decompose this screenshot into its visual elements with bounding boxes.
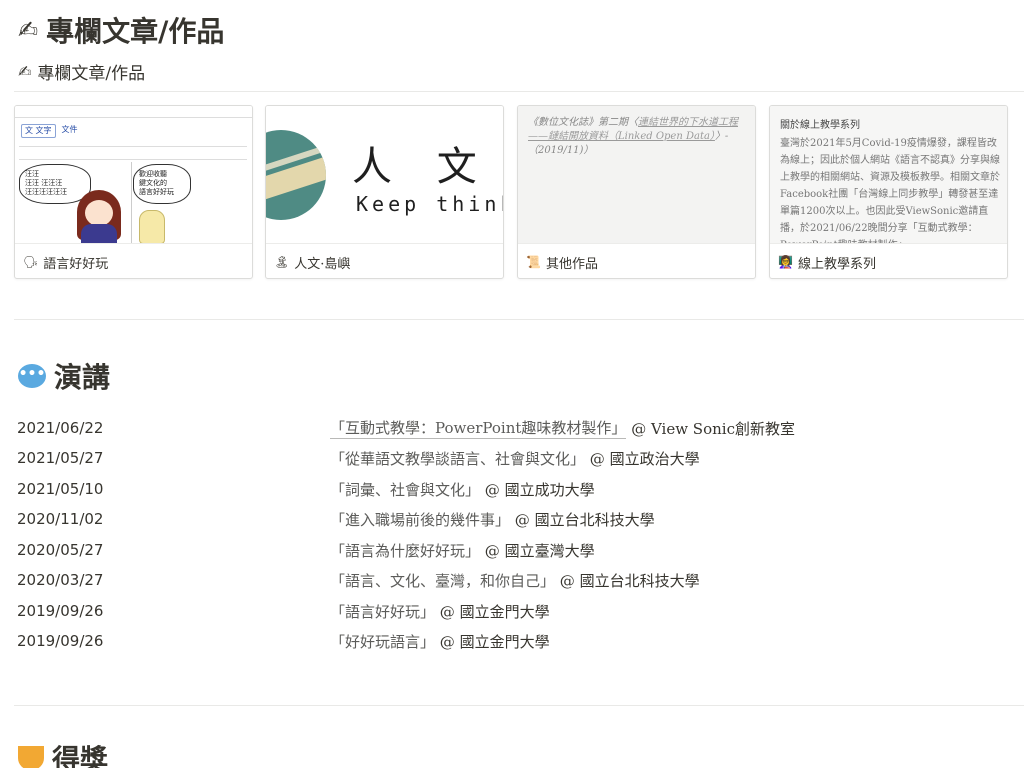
talk-title: 「互動式教學：PowerPoint趣味教材製作」 @ View Sonic創新教…	[330, 413, 795, 443]
talk-venue: @ 國立成功大學	[484, 480, 595, 499]
speech-balloon-icon: •••	[18, 364, 46, 388]
dog-illustration	[139, 210, 165, 243]
talk-row: 2019/09/26 「好好玩語言」 @ 國立金門大學	[0, 626, 1024, 656]
trophy-icon	[18, 746, 44, 768]
divider	[14, 91, 1024, 92]
talks-heading-text: 演講	[54, 361, 111, 394]
gallery: 文 文字 文件 汪汪 汪汪 汪汪汪 汪汪汪汪汪汪 歡迎收聽 鍵文化的 語言好好玩	[14, 105, 1024, 280]
talk-title: 「進入職場前後的幾件事」 @ 國立台北科技大學	[330, 504, 655, 534]
talk-title: 「語言好好玩」 @ 國立金門大學	[330, 596, 550, 626]
talk-title: 「從華語文教學談語言、社會與文化」 @ 國立政治大學	[330, 443, 700, 473]
talk-name: 「語言為什麼好好玩」	[330, 541, 481, 560]
talk-venue: @ 國立台北科技大學	[559, 571, 700, 590]
girl-body	[81, 224, 117, 243]
talk-date: 2021/05/27	[17, 449, 104, 467]
teacher-icon: 👩‍🏫	[778, 255, 793, 269]
talk-date: 2020/03/27	[17, 571, 104, 589]
talk-link[interactable]: 「互動式教學：PowerPoint趣味教材製作」	[330, 417, 627, 439]
card-thumbnail: 關於線上教學系列 臺灣於2021年5月Covid-19疫情爆發，課程皆改為線上；…	[770, 106, 1007, 244]
island-icon: 🏝	[274, 255, 290, 269]
talk-row: 2021/06/22 「互動式教學：PowerPoint趣味教材製作」 @ Vi…	[0, 413, 1024, 443]
gallery-card-online-teaching[interactable]: 關於線上教學系列 臺灣於2021年5月Covid-19疫情爆發，課程皆改為線上；…	[769, 105, 1008, 279]
thumb-language-bar	[19, 146, 247, 160]
talk-row: 2020/11/02 「進入職場前後的幾件事」 @ 國立台北科技大學	[0, 504, 1024, 534]
card-caption: 📜 其他作品	[518, 244, 755, 278]
talk-venue: @ 國立金門大學	[439, 632, 550, 651]
card-thumbnail: 人 文 · 島 Keep think	[266, 106, 503, 244]
talk-row: 2019/09/26 「語言好好玩」 @ 國立金門大學	[0, 596, 1024, 626]
talk-row: 2020/05/27 「語言為什麼好好玩」 @ 國立臺灣大學	[0, 535, 1024, 565]
talk-date: 2021/05/10	[17, 480, 104, 498]
card-thumbnail: 文 文字 文件 汪汪 汪汪 汪汪汪 汪汪汪汪汪汪 歡迎收聽 鍵文化的 語言好好玩	[15, 106, 252, 244]
talk-title: 「語言、文化、臺灣，和你自己」 @ 國立台北科技大學	[330, 565, 700, 595]
thumb-preview-text: 臺灣於2021年5月Covid-19疫情爆發，課程皆改為線上；因此於個人網站《語…	[780, 138, 1000, 243]
talk-date: 2020/11/02	[17, 510, 104, 528]
talk-venue: @ View Sonic創新教室	[631, 419, 795, 438]
talk-venue: @ 國立台北科技大學	[514, 510, 655, 529]
bubble-text-right: 歡迎收聽 鍵文化的 語言好好玩	[139, 170, 174, 196]
thumb-divider	[131, 162, 132, 243]
card-title: 線上教學系列	[797, 256, 876, 272]
talk-title: 「好好玩語言」 @ 國立金門大學	[330, 626, 550, 656]
card-thumbnail: 《數位文化誌》第二期〈連結世界的下水道工程——鏈結開放資料（Linked Ope…	[518, 106, 755, 244]
awards-heading-text: 得獎	[52, 743, 109, 768]
talk-row: 2021/05/10 「詞彙、社會與文化」 @ 國立成功大學	[0, 474, 1024, 504]
talk-date: 2019/09/26	[17, 632, 104, 650]
girl-face	[85, 200, 113, 226]
card-caption: 🗣 語言好好玩	[15, 244, 252, 278]
writing-hand-icon: ✍	[18, 61, 32, 81]
talk-venue: @ 國立金門大學	[439, 602, 550, 621]
talk-name: 「從華語文教學談語言、社會與文化」	[330, 449, 586, 468]
card-title: 其他作品	[545, 256, 598, 272]
talks-heading: ••• 演講	[18, 356, 110, 396]
talk-date: 2019/09/26	[17, 602, 104, 620]
works-heading-text: 專欄文章/作品	[46, 15, 225, 48]
talk-title: 「語言為什麼好好玩」 @ 國立臺灣大學	[330, 535, 595, 565]
scroll-icon: 📜	[526, 255, 541, 269]
talk-date: 2020/05/27	[17, 541, 104, 559]
thumb-tab: 文 文字	[21, 124, 56, 138]
works-subheading[interactable]: ✍ 專欄文章/作品	[18, 58, 145, 84]
card-title: 人文·島嶼	[294, 256, 351, 272]
writing-hand-icon: ✍	[18, 16, 39, 44]
card-caption: 🏝 人文·島嶼	[266, 244, 503, 278]
talk-venue: @ 國立政治大學	[589, 449, 700, 468]
talk-name: 「詞彙、社會與文化」	[330, 480, 481, 499]
thumb-slogan: Keep think	[356, 192, 503, 216]
thumb-toolbar	[15, 106, 252, 118]
card-title: 語言好好玩	[43, 256, 109, 272]
thumb-tabs: 文 文字 文件	[21, 124, 78, 138]
talk-name: 「語言好好玩」	[330, 602, 436, 621]
thumb-preview-title: 關於線上教學系列	[780, 120, 860, 131]
bubble-text-left: 汪汪 汪汪 汪汪汪 汪汪汪汪汪汪	[25, 170, 67, 196]
talk-row: 2021/05/27 「從華語文教學談語言、社會與文化」 @ 國立政治大學	[0, 443, 1024, 473]
talk-title: 「詞彙、社會與文化」 @ 國立成功大學	[330, 474, 595, 504]
island-logo-icon	[266, 130, 326, 220]
divider	[14, 319, 1024, 320]
talk-venue: @ 國立臺灣大學	[484, 541, 595, 560]
card-caption: 👩‍🏫 線上教學系列	[770, 244, 1007, 278]
works-heading: ✍ 專欄文章/作品	[18, 10, 224, 50]
thumb-tab: 文件	[61, 125, 78, 134]
talk-row: 2020/03/27 「語言、文化、臺灣，和你自己」 @ 國立台北科技大學	[0, 565, 1024, 595]
gallery-card-humanities-island[interactable]: 人 文 · 島 Keep think 🏝 人文·島嶼	[265, 105, 504, 279]
divider	[14, 705, 1024, 706]
gallery-card-language-fun[interactable]: 文 文字 文件 汪汪 汪汪 汪汪汪 汪汪汪汪汪汪 歡迎收聽 鍵文化的 語言好好玩	[14, 105, 253, 279]
works-subheading-text: 專欄文章/作品	[37, 63, 146, 84]
speaking-head-icon: 🗣	[23, 255, 39, 269]
awards-heading: 得獎	[18, 738, 108, 768]
talk-name: 「好好玩語言」	[330, 632, 436, 651]
thumb-preview-text: 《數位文化誌》第二期〈連結世界的下水道工程——鏈結開放資料（Linked Ope…	[528, 117, 738, 156]
thumb-logo-text: 人 文 · 島	[352, 144, 503, 190]
talk-name: 「語言、文化、臺灣，和你自己」	[330, 571, 556, 590]
talk-date: 2021/06/22	[17, 419, 104, 437]
gallery-card-other-works[interactable]: 《數位文化誌》第二期〈連結世界的下水道工程——鏈結開放資料（Linked Ope…	[517, 105, 756, 279]
talk-name: 「進入職場前後的幾件事」	[330, 510, 511, 529]
